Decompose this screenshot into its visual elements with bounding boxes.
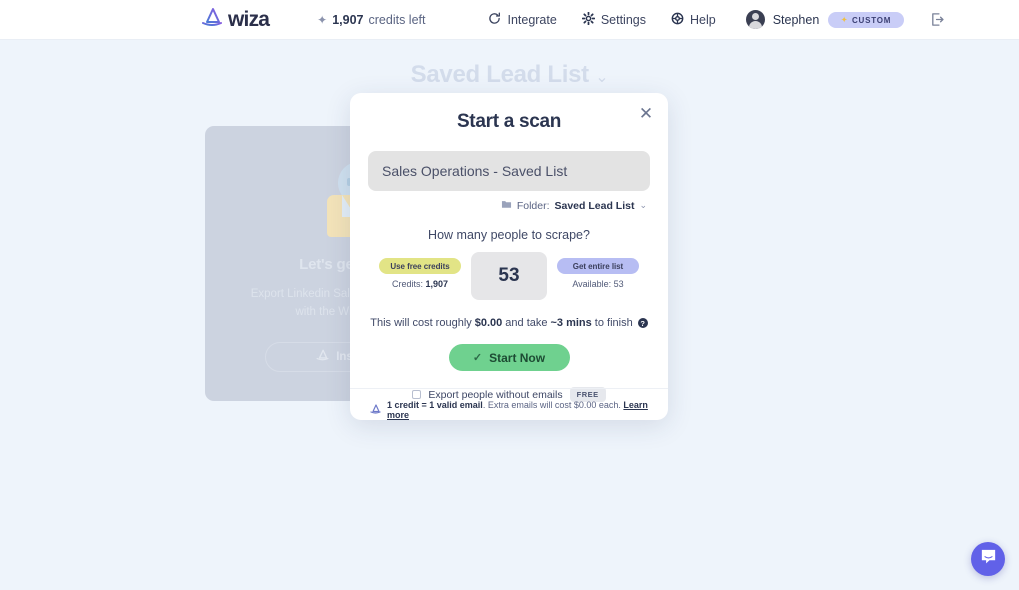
use-free-credits-button[interactable]: Use free credits [379, 258, 461, 274]
nav-help-label: Help [689, 12, 716, 27]
scrape-count-input[interactable]: 53 [471, 252, 547, 300]
nav-help[interactable]: Help [671, 12, 716, 28]
wiza-sail-logo-icon [370, 404, 381, 416]
sparkle-icon: ✦ [317, 12, 328, 27]
credits-label: credits left [368, 12, 426, 27]
folder-icon [501, 199, 512, 212]
folder-selector[interactable]: Folder: Saved Lead List ⌄ [350, 199, 668, 212]
question-mark-icon[interactable]: ? [637, 318, 648, 328]
cost-prefix: This will cost roughly [370, 317, 472, 329]
list-name-input[interactable]: Sales Operations - Saved List [368, 151, 650, 191]
top-navigation-bar: wiza ✦ 1,907 credits left Integrate Sett… [0, 0, 1019, 40]
nav-settings-label: Settings [600, 12, 646, 27]
credits-sub-label: Credits: [391, 279, 423, 289]
cost-middle: and take [505, 317, 548, 329]
modal-footer: 1 credit = 1 valid email. Extra emails w… [350, 388, 668, 420]
intercom-chat-button[interactable] [971, 542, 1005, 576]
get-entire-list-button[interactable]: Get entire list [557, 258, 639, 274]
chevron-down-icon[interactable]: ⌄ [639, 200, 647, 211]
get-entire-list-group: Get entire list Available: 53 [557, 252, 639, 289]
start-scan-modal: ✕ Start a scan Sales Operations - Saved … [350, 93, 668, 420]
modal-title: Start a scan [456, 111, 562, 132]
available-count-text: Available: 53 [572, 279, 624, 289]
cost-estimate: This will cost roughly $0.00 and take ~3… [350, 317, 668, 329]
scrape-question: How many people to scrape? [428, 228, 590, 242]
footer-bold-text: 1 credit = 1 valid email [387, 400, 483, 410]
nav-integrate-label: Integrate [507, 12, 557, 27]
cost-suffix: to finish [594, 317, 633, 329]
app-root: wiza ✦ 1,907 credits left Integrate Sett… [0, 0, 1019, 590]
brand-name: wiza [228, 8, 270, 31]
credits-indicator[interactable]: ✦ 1,907 credits left [317, 13, 425, 27]
cost-time: ~3 mins [550, 317, 592, 329]
folder-label: Folder: [516, 199, 550, 212]
use-free-credits-group: Use free credits Credits: 1,907 [379, 252, 461, 289]
credits-count: 1,907 [332, 12, 364, 27]
credits-sub-value: 1,907 [425, 279, 449, 289]
start-now-button[interactable]: ✓ Start Now [448, 344, 570, 371]
page-title-text: Saved Lead List [410, 61, 590, 88]
nav-integrate[interactable]: Integrate [488, 12, 557, 28]
chevron-down-icon[interactable]: ⌄ [595, 69, 608, 86]
brand-logo[interactable]: wiza [201, 7, 270, 32]
logout-icon[interactable] [930, 12, 945, 27]
start-now-label: Start Now [489, 350, 546, 365]
folder-value: Saved Lead List [554, 199, 635, 212]
star-icon: ✦ [841, 17, 848, 24]
close-icon[interactable]: ✕ [635, 102, 657, 124]
wiza-sail-logo-icon [316, 349, 329, 364]
lifering-help-icon [671, 12, 684, 28]
credits-available-text: Credits: 1,907 [379, 279, 461, 289]
user-name[interactable]: Stephen [773, 13, 820, 27]
check-icon: ✓ [472, 352, 483, 364]
plan-badge-label: CUSTOM [851, 15, 892, 25]
avatar[interactable] [745, 10, 765, 29]
wiza-sail-logo-icon [201, 7, 223, 32]
cost-amount: $0.00 [474, 317, 503, 329]
footer-text: . Extra emails will cost $0.00 each. [482, 400, 621, 410]
chat-bubble-icon [979, 547, 998, 571]
page-title: Saved Lead List ⌄ [0, 61, 1019, 89]
gear-icon [581, 11, 596, 28]
plan-badge[interactable]: ✦ CUSTOM [828, 11, 905, 28]
list-name-value: Sales Operations - Saved List [382, 163, 568, 179]
nav-settings[interactable]: Settings [581, 11, 646, 28]
refresh-integrate-icon [488, 12, 501, 28]
scrape-count-controls: Use free credits Credits: 1,907 53 Get e… [350, 252, 668, 300]
